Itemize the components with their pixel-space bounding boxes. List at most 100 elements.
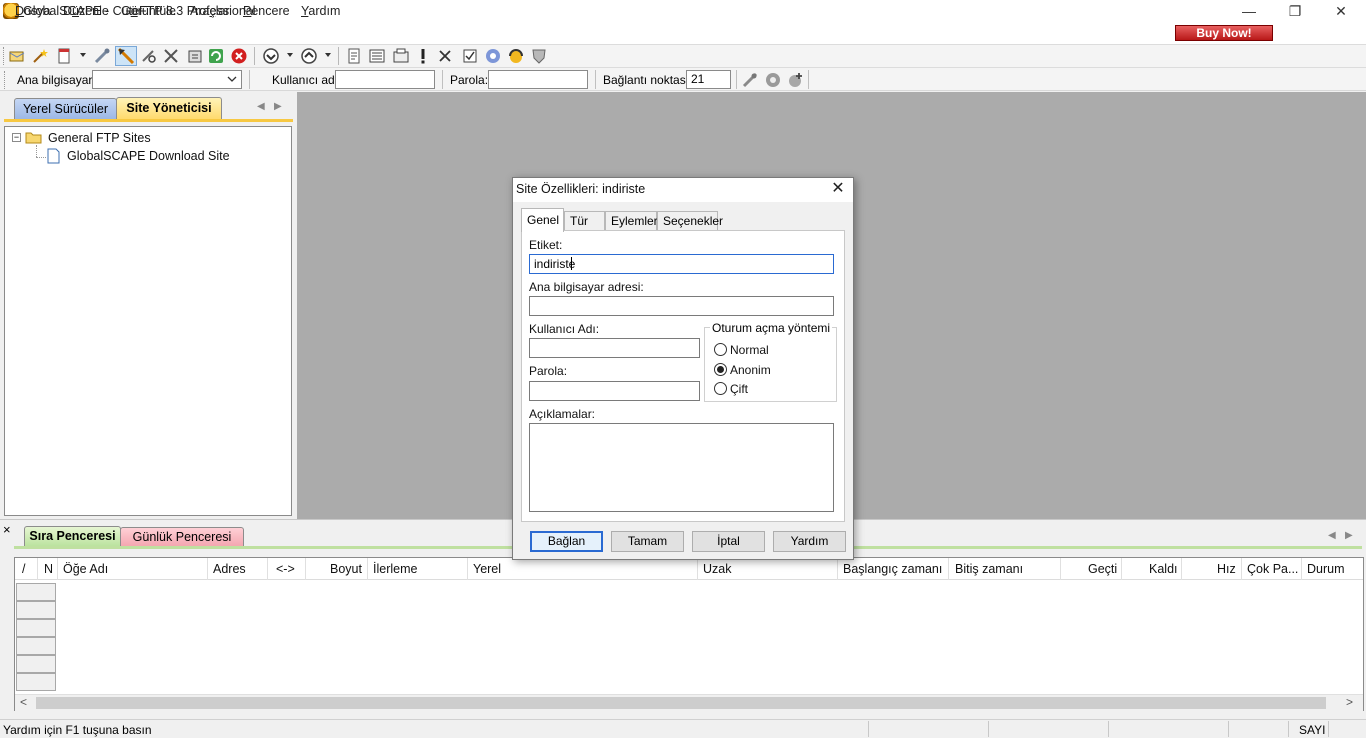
notes-textarea[interactable] — [529, 423, 834, 512]
menu-dosya[interactable]: Dosya — [15, 4, 50, 18]
tree-item-general-ftp-sites[interactable]: General FTP Sites — [48, 131, 151, 145]
col-header-status[interactable]: Durum — [1307, 562, 1345, 576]
qc-add-site-icon[interactable] — [787, 71, 805, 89]
tabs-next-arrow[interactable]: ▶ — [274, 101, 282, 112]
tab-queue-window[interactable]: Sıra Penceresi — [24, 526, 121, 547]
bottom-tabs-prev-arrow[interactable]: ◀ — [1328, 530, 1336, 541]
label-input[interactable]: indiriste — [529, 254, 834, 274]
row-header[interactable] — [16, 583, 56, 601]
dialog-close-button[interactable]: ✕ — [826, 178, 850, 200]
host-address-input[interactable] — [529, 296, 834, 316]
bottom-tabs-next-arrow[interactable]: ▶ — [1345, 530, 1353, 541]
port-input[interactable]: 21 — [686, 70, 731, 89]
scrollbar-thumb[interactable] — [36, 697, 1326, 709]
row-header[interactable] — [16, 619, 56, 637]
qc-connect-icon[interactable] — [741, 71, 759, 89]
menu-pencere[interactable]: Pencere — [243, 4, 290, 18]
scroll-right-arrow[interactable]: > — [1346, 695, 1353, 709]
new-document-icon[interactable] — [55, 47, 73, 65]
download-icon[interactable] — [262, 47, 280, 65]
col-header-speed[interactable]: Hız — [1217, 562, 1236, 576]
col-header-local[interactable]: Yerel — [473, 562, 501, 576]
col-header-n[interactable]: N — [44, 562, 53, 576]
help-support-icon[interactable] — [507, 47, 525, 65]
buy-now-button[interactable]: Buy Now! — [1175, 25, 1273, 41]
radio-double-label[interactable]: Çift — [730, 382, 748, 396]
bottom-pane-close-icon[interactable]: × — [3, 522, 11, 537]
dialog-tab-actions[interactable]: Eylemler — [605, 211, 658, 231]
minimize-button[interactable]: — — [1226, 0, 1272, 22]
col-header-slash[interactable]: / — [22, 562, 25, 576]
dialog-tab-type[interactable]: Tür — [564, 211, 605, 231]
close-button[interactable]: ✕ — [1318, 0, 1364, 22]
checklist-icon[interactable] — [461, 47, 479, 65]
view-icon[interactable] — [368, 47, 386, 65]
upload-dropdown-arrow-icon[interactable] — [325, 53, 331, 57]
col-header-remote[interactable]: Uzak — [703, 562, 731, 576]
tree-item-globalscape-download-site[interactable]: GlobalSCAPE Download Site — [67, 149, 230, 163]
help-button[interactable]: Yardım — [773, 531, 846, 552]
queue-list[interactable] — [14, 557, 1364, 711]
radio-normal-label[interactable]: Normal — [730, 343, 769, 357]
username-input[interactable] — [335, 70, 435, 89]
settings-gear-icon[interactable] — [484, 47, 502, 65]
tabs-prev-arrow[interactable]: ◀ — [257, 101, 265, 112]
restore-button[interactable]: ❐ — [1272, 0, 1318, 22]
col-header-remaining[interactable]: Kaldı — [1149, 562, 1178, 576]
col-header-address[interactable]: Adres — [213, 562, 246, 576]
open-site-manager-icon[interactable] — [8, 47, 26, 65]
row-header[interactable] — [16, 655, 56, 673]
connect-button[interactable]: Bağlan — [530, 531, 603, 552]
radio-normal[interactable] — [714, 343, 727, 356]
radio-double[interactable] — [714, 382, 727, 395]
col-header-end-time[interactable]: Bitiş zamanı — [955, 562, 1023, 576]
reconnect-icon[interactable] — [140, 47, 158, 65]
col-header-start-time[interactable]: Başlangıç zamanı — [843, 562, 942, 576]
col-header-item-name[interactable]: Öğe Adı — [63, 562, 108, 576]
menu-yardim[interactable]: Yardım — [301, 4, 340, 18]
new-folder-icon[interactable] — [392, 47, 410, 65]
qc-settings-icon[interactable] — [764, 71, 782, 89]
host-combo[interactable] — [92, 70, 242, 89]
delete-icon[interactable] — [436, 47, 454, 65]
row-header[interactable] — [16, 673, 56, 691]
col-header-progress[interactable]: İlerleme — [373, 562, 417, 576]
radio-anonymous-label[interactable]: Anonim — [730, 363, 771, 377]
refresh-icon[interactable] — [207, 47, 225, 65]
scroll-left-arrow[interactable]: < — [20, 695, 27, 709]
new-dropdown-arrow-icon[interactable] — [80, 53, 86, 57]
ok-button[interactable]: Tamam — [611, 531, 684, 552]
tab-local-drives[interactable]: Yerel Sürücüler — [14, 98, 117, 120]
tab-site-manager[interactable]: Site Yöneticisi — [116, 97, 222, 120]
dialog-tab-options[interactable]: Seçenekler — [657, 211, 723, 231]
stop-transfer-icon[interactable] — [186, 47, 204, 65]
menu-duzenle[interactable]: Düzenle — [63, 4, 109, 18]
properties-exclamation-icon[interactable] — [414, 47, 432, 65]
menu-goruntule[interactable]: Görüntüle — [121, 4, 176, 18]
upload-icon[interactable] — [300, 47, 318, 65]
qc-grip[interactable] — [4, 71, 7, 89]
dialog-password-input[interactable] — [529, 381, 700, 401]
cancel-button[interactable]: İptal — [692, 531, 765, 552]
row-header[interactable] — [16, 601, 56, 619]
menu-araclar[interactable]: Araçlar — [190, 4, 230, 18]
col-header-direction[interactable]: <-> — [276, 562, 295, 576]
disconnect-icon[interactable] — [162, 47, 180, 65]
row-header[interactable] — [16, 637, 56, 655]
col-header-multipart[interactable]: Çok Pa... — [1247, 562, 1298, 576]
edit-icon[interactable] — [346, 47, 364, 65]
password-input[interactable] — [488, 70, 588, 89]
security-shield-icon[interactable] — [530, 47, 548, 65]
col-header-size[interactable]: Boyut — [330, 562, 362, 576]
host-dropdown-chevron-icon[interactable] — [227, 75, 237, 83]
quick-connect-icon[interactable] — [117, 47, 135, 65]
site-tree[interactable] — [4, 126, 292, 516]
dialog-tab-general[interactable]: Genel — [521, 208, 564, 232]
dialog-username-input[interactable] — [529, 338, 700, 358]
col-header-elapsed[interactable]: Geçti — [1088, 562, 1117, 576]
tab-log-window[interactable]: Günlük Penceresi — [120, 527, 244, 547]
connection-wizard-icon[interactable] — [31, 47, 49, 65]
tree-collapse-toggle[interactable]: − — [12, 133, 21, 142]
stop-icon[interactable] — [230, 47, 248, 65]
connect-icon[interactable] — [93, 47, 111, 65]
